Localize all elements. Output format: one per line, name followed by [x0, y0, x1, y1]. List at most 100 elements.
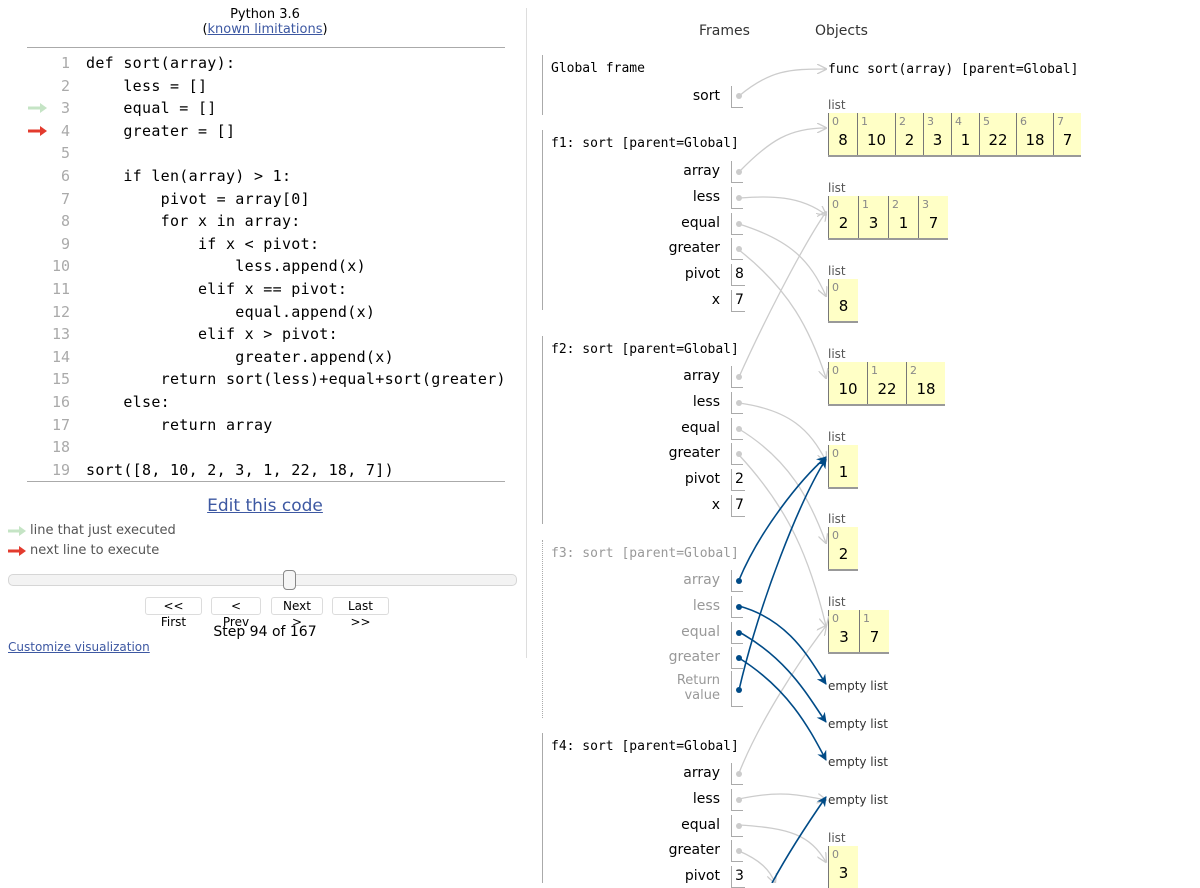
pointer-dot: [736, 220, 742, 227]
frame-title: f1: sort [parent=Global]: [551, 136, 739, 151]
list-object: 0 10 1 22 2 18: [828, 362, 945, 406]
pointer-dot: [736, 399, 742, 406]
objects-header: Objects: [815, 23, 868, 39]
line-source: greater.append(x): [86, 347, 394, 366]
list-index: 0: [832, 281, 839, 294]
list-cell: 03: [828, 846, 858, 888]
list-cell: 02: [828, 196, 858, 238]
step-slider-thumb[interactable]: [283, 570, 296, 590]
line-number: 1: [60, 54, 70, 72]
list-cell: 03: [828, 610, 859, 652]
active-pointer-arrow: [738, 458, 827, 691]
edit-code-link[interactable]: Edit this code: [0, 496, 530, 516]
list-cell: 1 10: [857, 113, 895, 155]
list-value: 8: [838, 297, 849, 315]
var-name: array: [683, 163, 720, 179]
list-value: 7: [928, 214, 939, 232]
list-object: 02132137: [828, 196, 948, 240]
list-value: 7: [869, 628, 880, 646]
line-number: 16: [51, 393, 70, 411]
list-index: 2: [892, 198, 899, 211]
pointer-dot: [736, 93, 742, 99]
list-index: 3: [922, 198, 929, 211]
customize-visualization-link[interactable]: Customize visualization: [8, 640, 150, 654]
list-index: 1: [871, 364, 878, 377]
frame-title: f3: sort [parent=Global]: [551, 546, 739, 561]
pointer-dot: [736, 425, 742, 432]
list-value: 18: [916, 380, 936, 398]
return-label-line2: value: [684, 688, 720, 704]
list-cell: 77: [1053, 113, 1081, 155]
pointer-dot: [736, 796, 742, 803]
code-line: 6 if len(array) > 1:: [0, 165, 520, 187]
line-number: 12: [51, 302, 70, 321]
pane-divider: [526, 8, 527, 658]
line-source: less = []: [86, 76, 208, 95]
list-index: 0: [832, 529, 839, 542]
line-number: 2: [60, 76, 70, 95]
list-index: 6: [1020, 115, 1027, 128]
list-index: 1: [861, 115, 868, 128]
var-value-box: 8: [731, 264, 745, 287]
line-number: 8: [60, 212, 70, 231]
var-value-box: 7: [731, 290, 745, 312]
last-button[interactable]: Last >>: [332, 597, 389, 629]
list-value: 3: [868, 214, 879, 232]
list-cell: 5 22: [979, 113, 1016, 155]
list-cell: 21: [888, 196, 918, 238]
green-arrow-icon: [8, 525, 26, 536]
active-pointer-arrow: [771, 796, 827, 883]
list-type-label: list: [828, 264, 846, 278]
line-number: 7: [60, 189, 70, 208]
prev-button[interactable]: < Prev: [211, 597, 261, 629]
code-line: 5: [0, 142, 520, 164]
list-index: 0: [832, 198, 839, 211]
var-value-box: 2: [731, 469, 745, 492]
line-number: 6: [60, 167, 70, 185]
active-pointer-arrow: [738, 605, 827, 685]
code-line: 9 if x < pivot:: [0, 233, 520, 255]
list-object: 0317: [828, 610, 889, 654]
list-type-label: list: [828, 512, 846, 526]
line-number: 19: [51, 460, 70, 479]
code-line: 3 equal = []: [0, 97, 520, 119]
pointer-arrow: [738, 626, 826, 774]
list-type-label: list: [828, 181, 846, 195]
var-name: equal: [681, 623, 720, 640]
next-button[interactable]: Next >: [271, 597, 323, 629]
list-cell: 17: [859, 610, 889, 652]
code-line: 2 less = []: [0, 75, 520, 97]
list-cell: 41: [951, 113, 979, 155]
list-cell: 22: [895, 113, 923, 155]
first-button[interactable]: << First: [145, 597, 202, 629]
line-number: 3: [60, 99, 70, 118]
var-name: greater: [668, 445, 720, 462]
pointer-dot: [736, 822, 742, 829]
var-name: greater: [668, 842, 720, 859]
list-index: 0: [832, 364, 839, 377]
return-value-label: Return value: [540, 673, 720, 703]
line-source: pivot = array[0]: [86, 189, 310, 208]
line-source: sort([8, 10, 2, 3, 1, 22, 18, 7]): [86, 460, 394, 479]
known-limitations-link[interactable]: known limitations: [208, 22, 323, 37]
list-type-label: list: [828, 347, 846, 361]
line-source: equal.append(x): [86, 302, 376, 321]
active-pointer-arrow: [738, 657, 827, 761]
step-slider-track[interactable]: [8, 574, 517, 586]
list-object: 02: [828, 527, 858, 571]
line-source: for x in array:: [86, 212, 301, 231]
line-source: greater = []: [86, 121, 236, 140]
legend-just-executed-label: line that just executed: [30, 523, 176, 538]
var-name: array: [683, 368, 720, 384]
list-cell: 1 22: [867, 362, 906, 404]
list-value: 7: [1062, 131, 1073, 149]
empty-list-object: empty list: [828, 679, 888, 693]
active-pointer-arrow: [738, 631, 827, 723]
legend-next-line: next line to execute: [8, 542, 159, 560]
var-name: less: [692, 597, 720, 614]
line-number: 15: [51, 370, 70, 389]
line-number: 11: [51, 280, 70, 298]
list-cell: 0 10: [828, 362, 867, 404]
code-line: 16 else:: [0, 391, 520, 413]
list-index: 2: [899, 115, 906, 128]
